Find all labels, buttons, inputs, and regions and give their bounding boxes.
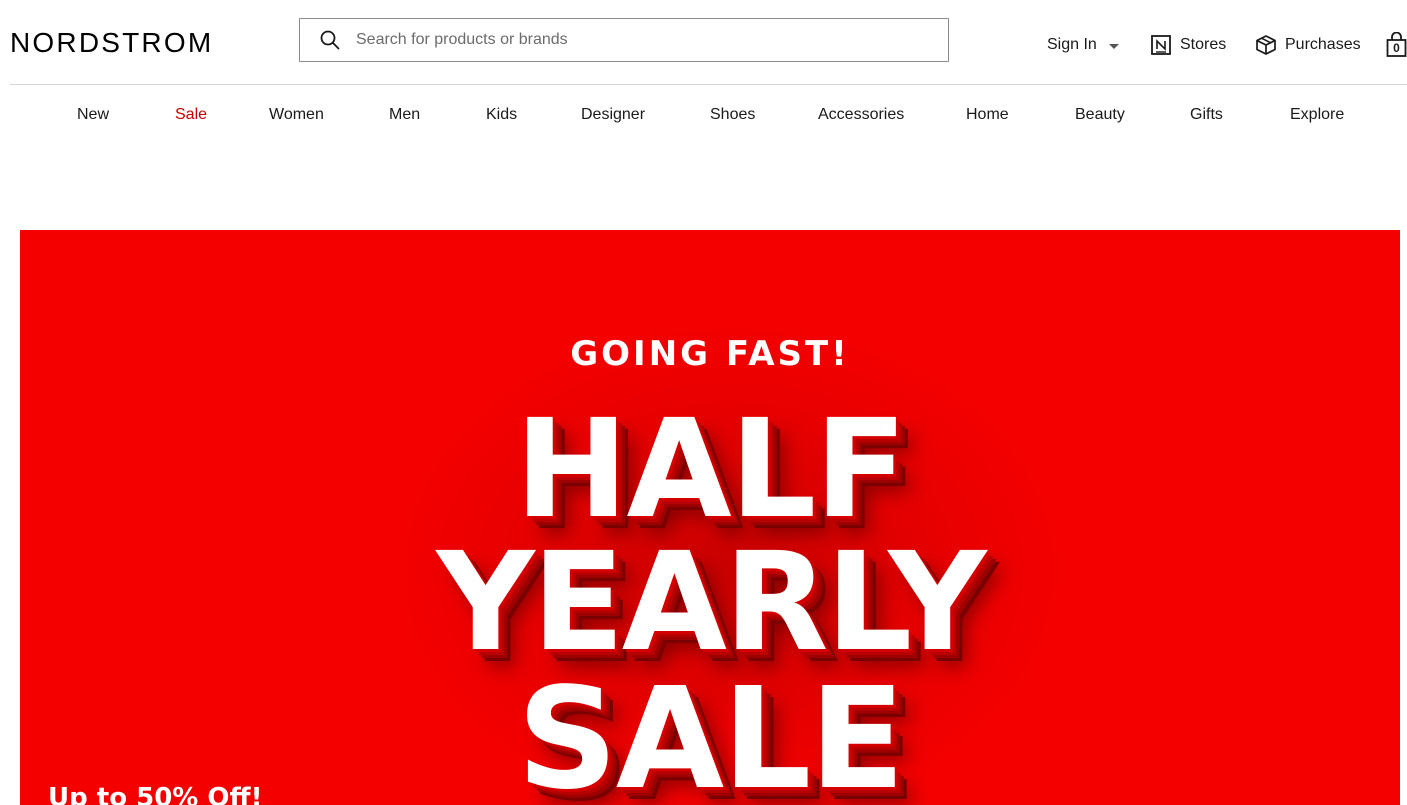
purchases-link[interactable]: Purchases — [1255, 30, 1361, 60]
nav-item-accessories[interactable]: Accessories — [818, 100, 904, 130]
hero-headline-half: HALF — [514, 391, 908, 549]
search-input[interactable] — [356, 20, 948, 60]
stores-link[interactable]: Stores — [1150, 30, 1226, 60]
nav-item-kids[interactable]: Kids — [486, 100, 517, 130]
shopping-bag-icon: 0 — [1386, 32, 1407, 58]
nav-item-designer[interactable]: Designer — [581, 100, 645, 130]
site-header: NORDSTROM Sign In Stores — [0, 0, 1407, 84]
package-icon — [1255, 34, 1277, 56]
nav-item-shoes[interactable]: Shoes — [710, 100, 755, 130]
half-yearly-sale-banner[interactable]: GOING FAST! HALF YEARLY SALE Up to 50% O… — [20, 230, 1400, 805]
sign-in-label: Sign In — [1047, 36, 1097, 53]
nav-item-gifts[interactable]: Gifts — [1190, 100, 1223, 130]
nordstrom-logo[interactable]: NORDSTROM — [10, 27, 213, 59]
main-navigation: New Sale Women Men Kids Designer Shoes A… — [0, 100, 1407, 130]
nav-item-home[interactable]: Home — [966, 100, 1009, 130]
chevron-down-icon — [1108, 43, 1119, 49]
nav-item-sale[interactable]: Sale — [175, 100, 207, 130]
hero-promo-text: Up to 50% Off! — [48, 783, 263, 805]
stores-label: Stores — [1180, 36, 1227, 53]
shopping-bag-button[interactable]: 0 — [1386, 30, 1407, 60]
sign-in-menu[interactable]: Sign In — [1047, 30, 1119, 60]
search-icon[interactable] — [320, 30, 340, 50]
bag-count: 0 — [1393, 41, 1400, 55]
purchases-label: Purchases — [1285, 36, 1361, 53]
nav-item-women[interactable]: Women — [269, 100, 324, 130]
nav-item-new[interactable]: New — [77, 100, 109, 130]
hero-eyebrow: GOING FAST! — [570, 334, 850, 374]
hero-headline-yearly: YEARLY — [436, 524, 986, 682]
nav-item-explore[interactable]: Explore — [1290, 100, 1344, 130]
header-divider — [10, 84, 1407, 85]
nav-item-men[interactable]: Men — [389, 100, 420, 130]
store-icon — [1150, 34, 1172, 56]
nav-item-beauty[interactable]: Beauty — [1075, 100, 1125, 130]
search-bar[interactable] — [299, 18, 949, 62]
